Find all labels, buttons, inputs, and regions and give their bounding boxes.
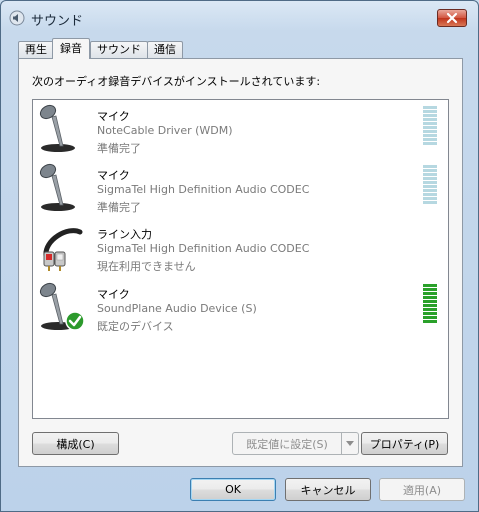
- set-default-button[interactable]: 既定値に設定(S): [232, 432, 342, 455]
- device-item[interactable]: マイク NoteCable Driver (WDM) 準備完了: [33, 102, 448, 160]
- device-status: 既定のデバイス: [97, 320, 174, 333]
- level-meter: [423, 106, 437, 145]
- device-status: 現在利用できません: [97, 260, 196, 273]
- chevron-down-icon: [346, 441, 354, 446]
- device-name: マイク: [97, 169, 130, 182]
- device-name: マイク: [97, 288, 130, 301]
- tab-sounds[interactable]: サウンド: [90, 41, 148, 59]
- close-icon: [446, 12, 458, 24]
- sound-dialog: サウンド 再生 録音 サウンド 通信 次のオーディオ録音デバイスがインストールさ…: [0, 0, 479, 512]
- tab-communications[interactable]: 通信: [147, 41, 183, 59]
- speaker-icon: [9, 10, 25, 26]
- microphone-default-icon: [38, 282, 86, 332]
- device-item[interactable]: マイク SigmaTel High Definition Audio CODEC…: [33, 161, 448, 219]
- device-status: 準備完了: [97, 201, 141, 214]
- device-driver: NoteCable Driver (WDM): [97, 124, 233, 137]
- device-name: ライン入力: [97, 228, 152, 241]
- cancel-button[interactable]: キャンセル: [285, 478, 371, 501]
- apply-button[interactable]: 適用(A): [379, 478, 465, 501]
- device-list[interactable]: マイク NoteCable Driver (WDM) 準備完了 マイク Sigm…: [32, 99, 449, 419]
- close-button[interactable]: [437, 9, 467, 27]
- properties-button[interactable]: プロパティ(P): [361, 432, 448, 455]
- device-item[interactable]: ライン入力 SigmaTel High Definition Audio COD…: [33, 220, 448, 278]
- ok-button[interactable]: OK: [190, 478, 276, 501]
- set-default-dropdown-button[interactable]: [341, 432, 359, 455]
- window-title: サウンド: [31, 14, 84, 29]
- device-driver: SoundPlane Audio Device (S): [97, 302, 257, 315]
- tab-playback[interactable]: 再生: [18, 41, 54, 59]
- device-name: マイク: [97, 110, 130, 123]
- line-in-cable-icon: [38, 222, 86, 272]
- level-meter: [423, 284, 437, 323]
- microphone-icon: [38, 104, 86, 154]
- microphone-icon: [38, 163, 86, 213]
- title-bar[interactable]: サウンド: [1, 1, 478, 35]
- configure-button[interactable]: 構成(C): [32, 432, 119, 455]
- device-status: 準備完了: [97, 142, 141, 155]
- tab-strip: 再生 録音 サウンド 通信: [18, 38, 183, 59]
- device-driver: SigmaTel High Definition Audio CODEC: [97, 242, 310, 255]
- level-meter: [423, 165, 437, 204]
- device-item[interactable]: マイク SoundPlane Audio Device (S) 既定のデバイス: [33, 280, 448, 338]
- instruction-label: 次のオーディオ録音デバイスがインストールされています:: [32, 75, 321, 88]
- tab-recording[interactable]: 録音: [52, 38, 90, 59]
- recording-panel: 次のオーディオ録音デバイスがインストールされています: マイク NoteCabl…: [18, 58, 463, 467]
- device-driver: SigmaTel High Definition Audio CODEC: [97, 183, 310, 196]
